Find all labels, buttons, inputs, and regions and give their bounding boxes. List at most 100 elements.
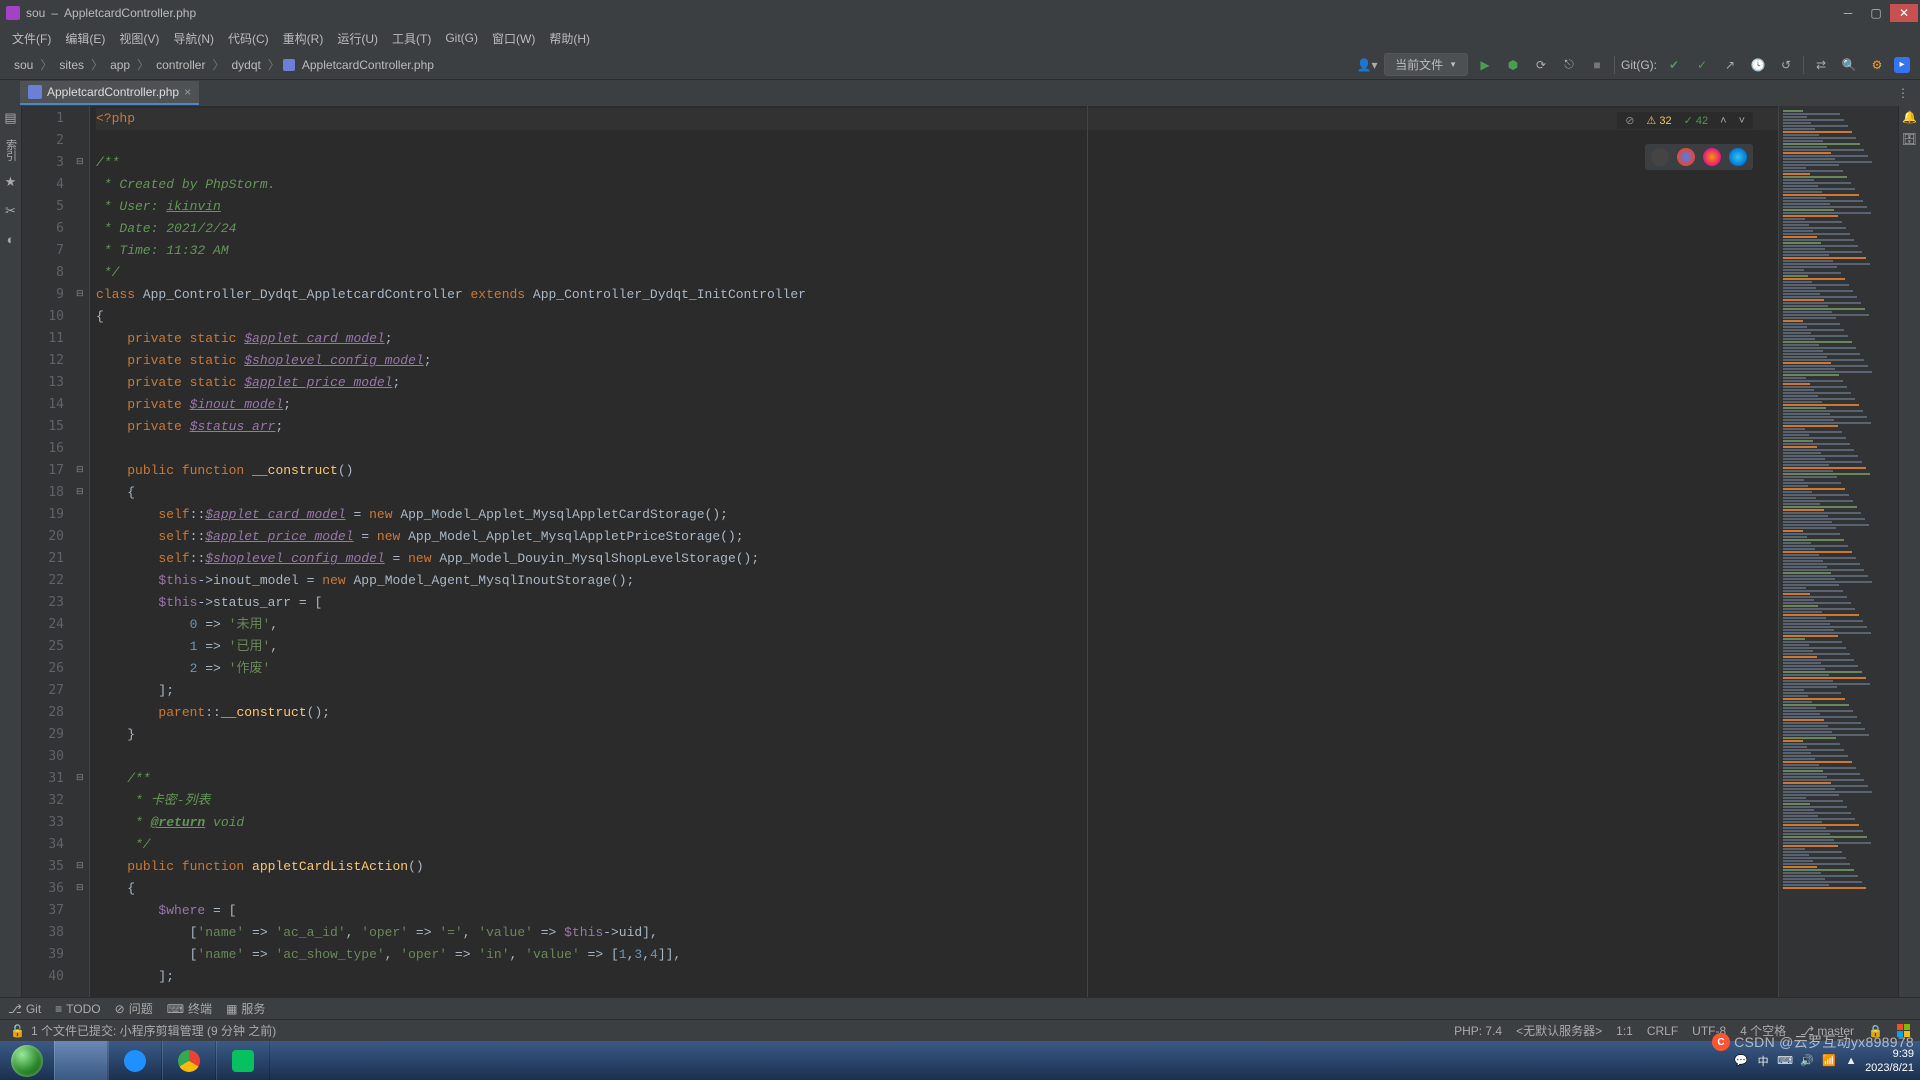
git-history-button[interactable]: 🕓 [1747,54,1769,76]
vcs-lock-icon[interactable]: 🔓 [10,1024,25,1038]
warning-icon: ⚠ [1646,115,1656,127]
window-titlebar: sou – AppletcardController.php ─ ▢ ✕ [0,0,1920,26]
menu-file[interactable]: 文件(F) [6,28,57,49]
inspect-button[interactable]: ⇄ [1810,54,1832,76]
deployment-server[interactable]: <无默认服务器> [1516,1022,1602,1039]
menu-tools[interactable]: 工具(T) [386,28,437,49]
phpstorm-icon [6,6,20,20]
pull-requests-tool-button[interactable]: ◐ [7,232,15,247]
structure-tool-button[interactable]: 索引 [3,139,19,161]
run-button[interactable]: ▶ [1474,54,1496,76]
code-content[interactable]: <?php/** * Created by PhpStorm. * User: … [90,106,1778,997]
built-in-browser-icon[interactable] [1651,148,1669,166]
crumb-file[interactable]: AppletcardController.php [298,57,438,73]
git-label: Git(G): [1621,58,1657,72]
right-margin-guide [1087,106,1088,997]
run-config-selector[interactable]: 当前文件▼ [1384,53,1468,76]
taskbar-phpstorm[interactable] [54,1041,108,1080]
git-update-button[interactable]: ✔ [1663,54,1685,76]
commit-tool-button[interactable]: ✂ [5,203,16,219]
tray-chat-icon[interactable]: 💬 [1733,1053,1749,1069]
tray-network-icon[interactable]: 📶 [1821,1053,1837,1069]
menu-git[interactable]: Git(G) [439,29,484,47]
toolbar-right: 👤▾ 当前文件▼ ▶ ⬢ ⟳ ⎋ ■ Git(G): ✔ ✓ ↗ 🕓 ↺ ⇄ 🔍… [1356,53,1910,76]
start-button[interactable] [0,1041,54,1080]
git-commit-button[interactable]: ✓ [1691,54,1713,76]
crumb-app[interactable]: app [106,57,134,73]
tray-overflow-icon[interactable]: ▲ [1843,1053,1859,1069]
chrome-icon[interactable] [1677,148,1695,166]
terminal-tool-button[interactable]: ⌨ 终端 [167,1000,212,1017]
bookmarks-tool-button[interactable]: ★ [5,174,17,190]
firefox-icon[interactable] [1703,148,1721,166]
php-version[interactable]: PHP: 7.4 [1454,1024,1502,1038]
inspection-widget[interactable]: ⊘ ⚠ 32 ✓ 42 ˄ ˅ [1617,112,1753,129]
minimap[interactable] [1778,106,1898,997]
menu-edit[interactable]: 编辑(E) [59,28,111,49]
maximize-button[interactable]: ▢ [1862,4,1890,22]
menu-view[interactable]: 视图(V) [113,28,165,49]
taskbar-app-1[interactable] [108,1041,162,1080]
tab-appletcardcontroller[interactable]: AppletcardController.php × [20,81,199,105]
left-tool-window-bar: ▤ 索引 ★ ✂ ◐ [0,106,22,997]
title-project: sou [26,6,45,20]
navigation-bar: sou〉 sites〉 app〉 controller〉 dydqt〉 Appl… [0,50,1920,80]
tab-close-button[interactable]: × [184,85,191,99]
menu-refactor[interactable]: 重构(R) [277,28,330,49]
tray-volume-icon[interactable]: 🔊 [1799,1053,1815,1069]
ms-icon[interactable] [1897,1024,1910,1037]
coverage-button[interactable]: ⟳ [1530,54,1552,76]
menu-navigate[interactable]: 导航(N) [167,28,220,49]
tray-ime-icon[interactable]: 中 [1755,1053,1771,1069]
open-in-browser-bar [1645,144,1753,170]
tray-keyboard-icon[interactable]: ⌨ [1777,1053,1793,1069]
settings-button[interactable]: ⚙ [1866,54,1888,76]
taskbar-chrome[interactable] [162,1041,216,1080]
todo-tool-button[interactable]: ≡ TODO [55,1002,100,1016]
crumb-dydqt[interactable]: dydqt [228,57,265,73]
ide-features-button[interactable]: ▸ [1894,57,1910,73]
menu-help[interactable]: 帮助(H) [543,28,596,49]
git-push-button[interactable]: ↗ [1719,54,1741,76]
crumb-sites[interactable]: sites [55,57,88,73]
editor-tabs: AppletcardController.php × ⋮ [0,80,1920,106]
services-tool-button[interactable]: ▦ 服务 [226,1000,265,1017]
menu-run[interactable]: 运行(U) [331,28,384,49]
crumb-project[interactable]: sou [10,57,37,73]
main-menu: 文件(F) 编辑(E) 视图(V) 导航(N) 代码(C) 重构(R) 运行(U… [0,26,1920,50]
line-numbers: 1234567891011121314151617181920212223242… [22,106,74,997]
vcs-status-text: 1 个文件已提交: 小程序剪辑管理 (9 分钟 之前) [31,1022,276,1039]
user-icon[interactable]: 👤▾ [1356,54,1378,76]
caret-position[interactable]: 1:1 [1616,1024,1633,1038]
database-tool-button[interactable]: 🗄 [1902,132,1917,146]
project-tool-button[interactable]: ▤ [4,110,16,126]
edge-icon[interactable] [1729,148,1747,166]
debug-button[interactable]: ⬢ [1502,54,1524,76]
problems-tool-button[interactable]: ⊘ 问题 [115,1000,153,1017]
highlight-off-icon[interactable]: ⊘ [1625,114,1634,127]
file-encoding[interactable]: UTF-8 [1692,1024,1726,1038]
profiler-button[interactable]: ⎋ [1558,54,1580,76]
tab-options-button[interactable]: ⋮ [1892,82,1914,104]
git-tool-button[interactable]: ⎇ Git [8,1002,41,1016]
breadcrumb: sou〉 sites〉 app〉 controller〉 dydqt〉 Appl… [10,56,438,73]
memory-indicator[interactable]: 🔒 [1868,1024,1883,1038]
prev-highlight-button[interactable]: ˄ [1720,115,1726,127]
fold-column[interactable]: ⊟⊟⊟⊟⊟⊟⊟ [74,106,90,997]
git-branch[interactable]: ⎇ master [1800,1024,1854,1038]
stop-button[interactable]: ■ [1586,54,1608,76]
close-button[interactable]: ✕ [1890,4,1918,22]
next-highlight-button[interactable]: ˅ [1739,115,1745,127]
code-editor[interactable]: 1234567891011121314151617181920212223242… [22,106,1898,997]
minimize-button[interactable]: ─ [1834,4,1862,22]
menu-window[interactable]: 窗口(W) [486,28,541,49]
notifications-tool-button[interactable]: 🔔 [1902,110,1917,124]
git-rollback-button[interactable]: ↺ [1775,54,1797,76]
indent-info[interactable]: 4 个空格 [1740,1022,1786,1039]
search-everywhere-button[interactable]: 🔍 [1838,54,1860,76]
menu-code[interactable]: 代码(C) [222,28,275,49]
crumb-controller[interactable]: controller [152,57,209,73]
taskbar-clock[interactable]: 9:392023/8/21 [1865,1047,1914,1075]
line-separator[interactable]: CRLF [1647,1024,1678,1038]
taskbar-wechat[interactable] [216,1041,270,1080]
